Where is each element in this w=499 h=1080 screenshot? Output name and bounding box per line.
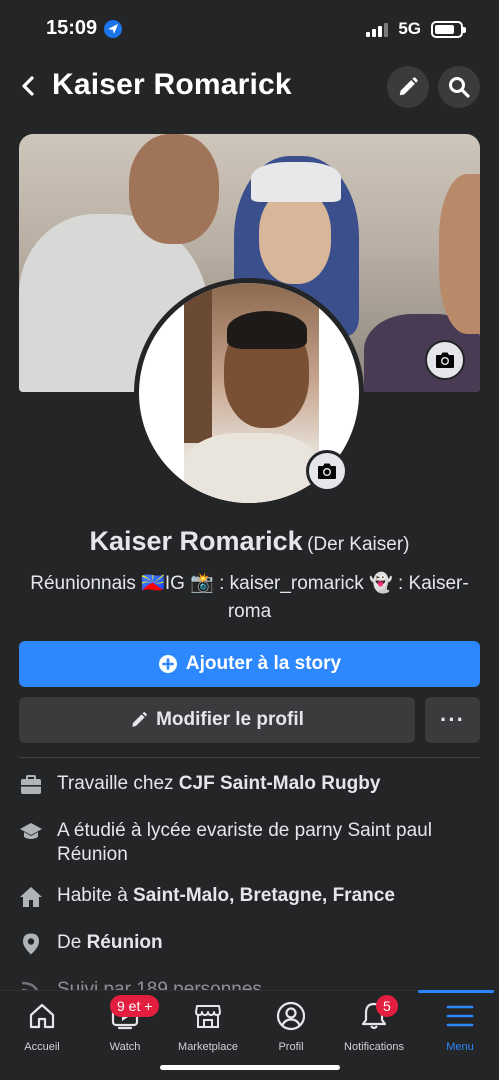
network-label: 5G [398,19,421,38]
notifications-badge: 5 [376,995,398,1017]
divider [19,757,480,758]
camera-icon [318,463,336,479]
detail-work-prefix: Travaille chez [57,773,179,794]
avatar-photo-hair [227,311,307,349]
graduation-cap-icon [20,823,42,839]
edit-cover-photo-button[interactable] [425,340,465,380]
edit-profile-label: Modifier le profil [156,709,304,730]
detail-work: Travaille chez CJF Saint-Malo Rugby [19,772,480,797]
tab-notifications[interactable]: Notifications 5 [332,991,416,1061]
tab-menu[interactable]: Menu [418,990,499,1061]
pencil-icon [132,712,148,727]
profile-name: Kaiser Romarick (Der Kaiser) [0,526,499,557]
tab-watch-label: Watch [109,1041,141,1053]
pencil-icon [399,77,418,96]
tab-marketplace[interactable]: Marketplace [166,991,250,1061]
profile-header: Kaiser Romarick [0,60,499,112]
watch-badge: 9 et + [110,995,160,1017]
battery-icon [431,20,466,38]
detail-work-place[interactable]: CJF Saint-Malo Rugby [179,773,381,794]
home-indicator [160,1065,340,1070]
avatar-photo-shirt [184,433,319,503]
profile-alternate-name: (Der Kaiser) [307,534,410,555]
search-button[interactable] [438,66,480,108]
status-time: 15:09 [46,17,98,39]
detail-work-text: Travaille chez CJF Saint-Malo Rugby [57,772,380,796]
detail-lives-prefix: Habite à [57,885,134,906]
edit-profile-picture-button[interactable] [306,450,348,492]
detail-lives-text: Habite à Saint-Malo, Bretagne, France [57,884,395,908]
search-icon [449,77,470,98]
back-button[interactable] [12,68,44,104]
home-icon [20,887,42,907]
profile-name-main: Kaiser Romarick [89,526,303,556]
detail-from: De Réunion [19,931,480,956]
marketplace-icon [195,1005,221,1028]
chevron-left-icon [22,76,34,96]
cover-figure [129,134,219,244]
briefcase-icon [21,775,41,794]
edit-profile-button[interactable]: Modifier le profil [19,697,415,743]
plus-circle-icon [158,655,177,673]
home-icon [29,1003,55,1029]
profile-icon [276,1001,306,1031]
tab-notifications-label: Notifications [344,1041,404,1053]
camera-icon [436,352,454,368]
detail-from-prefix: De [57,932,87,953]
tab-watch[interactable]: Watch 9 et + [83,991,167,1061]
more-options-button[interactable]: ··· [425,697,480,743]
add-to-story-button[interactable]: Ajouter à la story [19,641,480,687]
more-options-label: ··· [440,707,465,732]
detail-lives: Habite à Saint-Malo, Bretagne, France [19,884,480,909]
signal-icon [366,21,389,37]
status-indicators: 5G [366,19,466,39]
detail-from-place[interactable]: Réunion [87,932,163,953]
detail-education-text: A étudié à lycée evariste de parny Saint… [57,820,432,865]
cover-figure [439,174,480,334]
cover-figure [251,162,341,202]
location-pin-icon [23,933,39,955]
detail-lives-place[interactable]: Saint-Malo, Bretagne, France [133,885,395,906]
menu-icon [446,1005,474,1027]
page-title: Kaiser Romarick [52,68,292,101]
tab-marketplace-label: Marketplace [178,1041,238,1053]
tab-home[interactable]: Accueil [0,991,84,1061]
tab-menu-label: Menu [446,1041,474,1053]
cover-figure [259,189,331,284]
detail-education: A étudié à lycée evariste de parny Saint… [19,819,480,867]
location-arrow-icon [104,19,123,38]
status-bar: 15:09 5G [0,0,499,56]
tab-profile[interactable]: Profil [249,991,333,1061]
tab-home-label: Accueil [24,1041,60,1053]
avatar-photo-door [184,283,212,443]
detail-from-text: De Réunion [57,931,163,955]
add-to-story-label: Ajouter à la story [185,653,342,674]
tab-profile-label: Profil [278,1041,304,1053]
edit-button[interactable] [387,66,429,108]
status-time-wrap: 15:09 [46,17,123,40]
profile-bio: Réunionnais 🇷🇪IG 📸 : kaiser_romarick 👻 :… [30,573,469,622]
